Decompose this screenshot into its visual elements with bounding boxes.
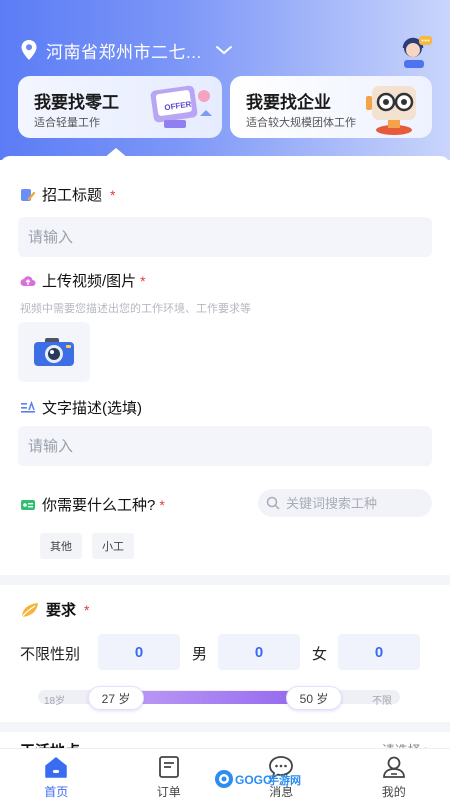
section-divider (0, 722, 450, 732)
tab-orders[interactable]: 订单 (113, 749, 226, 800)
description-label-text: 文字描述(选填) (42, 400, 142, 417)
offer-computer-illustration: OFFER (150, 85, 212, 128)
upload-media-button[interactable] (18, 322, 90, 382)
work-type-label: 你需要什么工种? * (20, 494, 165, 515)
work-type-label-text: 你需要什么工种? (42, 497, 156, 514)
age-low-handle[interactable]: 27 岁 (88, 686, 144, 710)
home-icon (45, 757, 67, 778)
gender-any-label: 不限性别 (20, 646, 81, 663)
customer-service-icon[interactable] (398, 34, 434, 68)
age-high-handle[interactable]: 50 岁 (286, 686, 342, 710)
female-count[interactable]: 0 (338, 634, 420, 670)
find-company-subtitle: 适合较大规模团体工作 (246, 117, 356, 129)
male-count[interactable]: 0 (218, 634, 300, 670)
work-type-search-input[interactable] (286, 495, 426, 511)
male-label: 男 (192, 646, 208, 663)
text-format-icon (21, 400, 35, 413)
find-gig-subtitle: 适合轻量工作 (34, 117, 100, 129)
requirements-label-text: 要求 (46, 602, 77, 619)
tab-profile[interactable]: 我的 (338, 749, 450, 800)
order-list-icon (158, 756, 179, 778)
job-title-label: 招工标题 * (20, 184, 115, 205)
tab-orders-label: 订单 (156, 785, 181, 799)
job-title-field[interactable] (18, 217, 432, 257)
job-title-input[interactable] (18, 217, 432, 257)
description-label: 文字描述(选填) (20, 397, 142, 418)
description-input[interactable] (18, 426, 432, 466)
required-marker: * (84, 601, 90, 618)
tab-home[interactable]: 首页 (0, 749, 113, 800)
robot-illustration (366, 86, 416, 135)
find-gig-card[interactable]: 我要找零工 适合轻量工作 OFFER (18, 76, 222, 138)
description-field[interactable] (18, 426, 432, 466)
camera-icon (34, 338, 74, 366)
section-divider (0, 575, 450, 585)
tab-profile-label: 我的 (381, 785, 406, 799)
location-text[interactable]: 河南省郑州市二七... (46, 38, 202, 63)
upload-label-text: 上传视频/图片 (42, 273, 137, 290)
find-company-card[interactable]: 我要找企业 适合较大规模团体工作 (230, 76, 432, 138)
location-selector[interactable]: 河南省郑州市二七... (20, 36, 430, 64)
location-pin-icon (21, 40, 37, 60)
tab-home-label: 首页 (44, 785, 69, 799)
cloud-upload-icon (20, 275, 36, 286)
required-marker: * (140, 272, 146, 289)
required-marker: * (110, 186, 116, 203)
watermark-text-a: GOGO (235, 773, 272, 787)
gender-any-count[interactable]: 0 (98, 634, 180, 670)
required-marker: * (159, 496, 165, 513)
watermark-text-b: 手游网 (268, 773, 301, 787)
leaf-icon (21, 602, 38, 617)
age-min-label: 18岁 (44, 696, 66, 707)
find-gig-title: 我要找零工 (34, 93, 119, 112)
age-max-label: 不限 (372, 696, 392, 707)
gogo-watermark-logo: GOGO 手游网 (215, 770, 301, 788)
upload-hint: 视频中需要您描述出您的工作环境、工作要求等 (20, 303, 251, 315)
job-title-label-text: 招工标题 (42, 187, 103, 204)
requirements-label: 要求 * (20, 599, 89, 620)
upload-label: 上传视频/图片 * (20, 270, 146, 291)
work-type-search[interactable] (258, 489, 432, 517)
edit-doc-icon (21, 188, 36, 201)
female-label: 女 (312, 646, 328, 663)
work-type-chip[interactable]: 其他 (40, 533, 82, 559)
find-company-title: 我要找企业 (246, 93, 331, 112)
chevron-down-icon[interactable] (214, 43, 234, 57)
profile-icon (382, 756, 405, 778)
work-type-chip[interactable]: 小工 (92, 533, 134, 559)
id-card-icon (21, 499, 35, 510)
search-icon (266, 496, 280, 510)
